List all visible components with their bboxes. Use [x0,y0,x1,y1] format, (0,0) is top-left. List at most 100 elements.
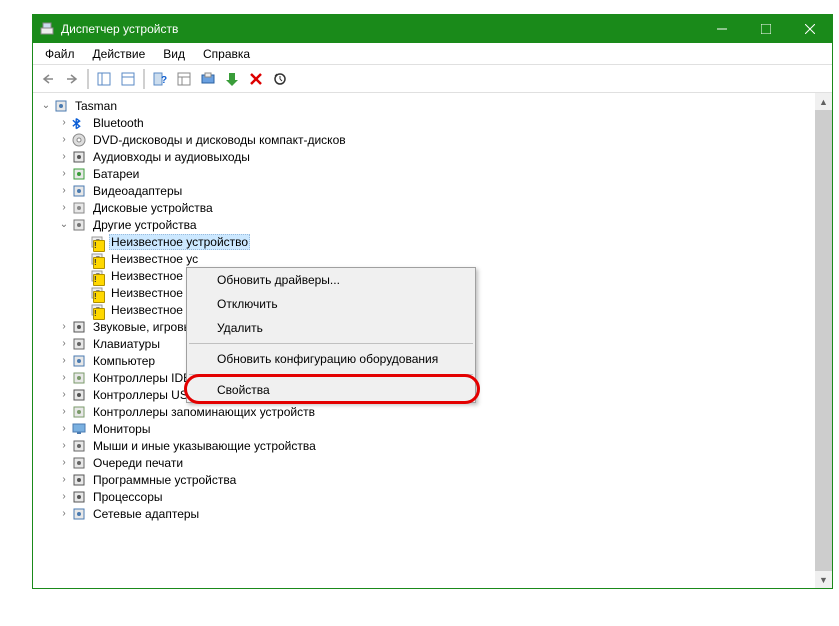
expand-icon[interactable]: › [57,338,71,349]
tree-category[interactable]: › Процессоры [35,488,830,505]
tree-category[interactable]: ›Дисковые устройства [35,199,830,216]
ctx-update-drivers[interactable]: Обновить драйверы... [187,268,475,292]
storage-icon [71,404,87,420]
scroll-up-button[interactable]: ▲ [815,93,832,110]
svg-text:?: ? [161,75,167,86]
sound-icon [71,319,87,335]
expand-icon[interactable]: › [57,117,71,128]
cpu-icon [71,489,87,505]
expand-icon[interactable]: › [57,474,71,485]
svg-text:?: ? [95,272,101,283]
tree-category[interactable]: ›Мыши и иные указывающие устройства [35,437,830,454]
node-label: Звуковые, игровые [91,320,201,334]
window-title: Диспетчер устройств [61,22,178,36]
unknown-device-icon: ? [89,302,105,318]
properties-button[interactable] [117,68,139,90]
unknown-device-icon: ? [89,285,105,301]
separator [87,69,89,89]
uninstall-button[interactable] [245,68,267,90]
minimize-button[interactable] [700,15,744,43]
tree-category[interactable]: ›Мониторы [35,420,830,437]
node-label: Видеоадаптеры [91,184,184,198]
node-label: Контроллеры USB [91,388,198,402]
app-icon [39,21,55,37]
back-button[interactable] [37,68,59,90]
forward-button[interactable] [61,68,83,90]
expand-icon[interactable]: › [57,151,71,162]
unknown-device-icon: ? [89,251,105,267]
separator [143,69,145,89]
expand-icon[interactable]: › [57,491,71,502]
expand-icon[interactable]: › [57,457,71,468]
menubar: Файл Действие Вид Справка [33,43,832,65]
expand-icon[interactable]: › [57,508,71,519]
tree-device-unknown[interactable]: ? Неизвестное ус [35,250,830,267]
audio-icon [71,149,87,165]
software-icon [71,472,87,488]
close-button[interactable] [788,15,832,43]
show-hide-tree-button[interactable] [93,68,115,90]
menu-help[interactable]: Справка [195,45,258,63]
usb-icon [71,387,87,403]
expand-icon[interactable]: › [57,134,71,145]
maximize-button[interactable] [744,15,788,43]
menu-view[interactable]: Вид [155,45,193,63]
other-icon [71,217,87,233]
titlebar[interactable]: Диспетчер устройств [33,15,832,43]
mouse-icon [71,438,87,454]
toolbar-button-5[interactable] [173,68,195,90]
separator [189,343,473,344]
expand-icon[interactable]: › [57,440,71,451]
tree-category[interactable]: › Очереди печати [35,454,830,471]
node-label: Очереди печати [91,456,185,470]
toolbar-button-9[interactable] [269,68,291,90]
ctx-delete[interactable]: Удалить [187,316,475,340]
ctx-disable[interactable]: Отключить [187,292,475,316]
expand-icon[interactable]: › [57,202,71,213]
tree-category[interactable]: ›Сетевые адаптеры [35,505,830,522]
expand-icon[interactable]: › [57,168,71,179]
keyboard-icon [71,336,87,352]
node-label: Bluetooth [91,116,146,130]
tree-category[interactable]: ⌄ Другие устройства [35,216,830,233]
scan-hardware-button[interactable] [197,68,219,90]
node-label: Неизвестное ус [109,252,200,266]
scroll-thumb[interactable] [815,110,832,571]
expand-icon[interactable]: ⌄ [57,219,71,230]
tree-category[interactable]: ›Программные устройства [35,471,830,488]
unknown-device-icon: ? [89,234,105,250]
node-label: Компьютер [91,354,157,368]
node-label: Неизвестное устройство [109,234,250,250]
node-label: DVD-дисководы и дисководы компакт-дисков [91,133,348,147]
node-label: Tasman [73,99,119,113]
tree-category[interactable]: › Bluetooth [35,114,830,131]
tree-category[interactable]: › Видеоадаптеры [35,182,830,199]
expand-icon[interactable]: › [57,321,71,332]
expand-icon[interactable]: › [57,372,71,383]
computer-icon [71,353,87,369]
tree-category[interactable]: › DVD-дисководы и дисководы компакт-диско… [35,131,830,148]
expand-icon[interactable]: › [57,185,71,196]
scrollbar[interactable]: ▲ ▼ [815,93,832,588]
battery-icon [71,166,87,182]
tree-category[interactable]: ›Аудиовходы и аудиовыходы [35,148,830,165]
expand-icon[interactable]: › [57,423,71,434]
update-driver-button[interactable] [221,68,243,90]
expand-icon[interactable]: › [57,406,71,417]
node-label: Процессоры [91,490,165,504]
scroll-down-button[interactable]: ▼ [815,571,832,588]
tree-category[interactable]: › Батареи [35,165,830,182]
expand-icon[interactable]: › [57,355,71,366]
svg-text:?: ? [95,238,101,249]
menu-file[interactable]: Файл [37,45,83,63]
expand-icon[interactable]: › [57,389,71,400]
tree-device-unknown[interactable]: ? Неизвестное устройство [35,233,830,250]
menu-action[interactable]: Действие [85,45,154,63]
tree-category[interactable]: ›Контроллеры запоминающих устройств [35,403,830,420]
ctx-scan-hardware[interactable]: Обновить конфигурацию оборудования [187,347,475,371]
ctx-properties[interactable]: Свойства [187,378,475,402]
help-button[interactable]: ? [149,68,171,90]
node-label: Батареи [91,167,141,181]
node-label: Другие устройства [91,218,199,232]
tree-root[interactable]: ⌄Tasman [35,97,830,114]
